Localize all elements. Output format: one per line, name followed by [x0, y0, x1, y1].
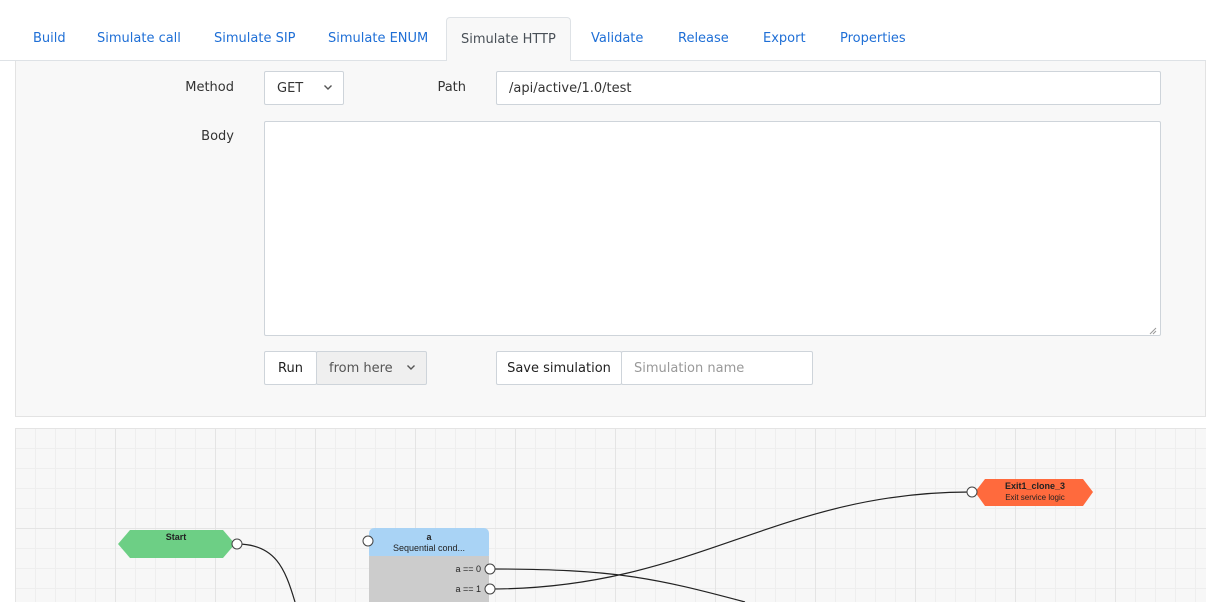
tab-bar: Build Simulate call Simulate SIP Simulat…: [0, 0, 1206, 62]
connector-a0: [489, 568, 746, 602]
tab-release[interactable]: Release: [678, 17, 729, 61]
tab-simulate-http[interactable]: Simulate HTTP: [446, 17, 571, 62]
start-node: Start: [118, 530, 243, 558]
condition-node-subtitle: Sequential cond...: [393, 543, 465, 553]
method-label: Method: [185, 80, 234, 95]
tab-simulate-sip[interactable]: Simulate SIP: [214, 17, 296, 61]
body-label: Body: [201, 129, 234, 144]
path-value: /api/active/1.0/test: [509, 80, 632, 96]
tab-simulate-call[interactable]: Simulate call: [97, 17, 181, 61]
simulation-name-placeholder: Simulation name: [634, 360, 745, 376]
tab-export[interactable]: Export: [763, 17, 806, 61]
run-mode-value: from here: [329, 360, 393, 376]
path-label: Path: [437, 80, 466, 95]
simulation-name-input[interactable]: Simulation name: [621, 351, 813, 385]
path-input[interactable]: /api/active/1.0/test: [496, 71, 1161, 105]
method-select[interactable]: GET: [264, 71, 344, 105]
exit-node-title: Exit1_clone_3: [1005, 481, 1065, 491]
connector-start: [236, 543, 296, 602]
simulation-panel: Method GET Path /api/active/1.0/test Bod…: [15, 61, 1206, 417]
tab-build[interactable]: Build: [33, 17, 66, 61]
chevron-down-icon: [323, 82, 333, 95]
tab-properties[interactable]: Properties: [840, 17, 906, 61]
tab-validate[interactable]: Validate: [591, 17, 643, 61]
chevron-down-icon: [406, 362, 416, 375]
method-value: GET: [277, 80, 304, 96]
start-node-title: Start: [166, 532, 187, 542]
flow-canvas[interactable]: Start a Sequential cond... a == 0 a == 1…: [15, 428, 1206, 602]
condition-node: a Sequential cond... a == 0 a == 1: [362, 528, 496, 602]
condition-output-1: a == 1: [455, 584, 481, 594]
save-simulation-button[interactable]: Save simulation: [496, 351, 622, 385]
resize-handle-icon[interactable]: [1149, 324, 1157, 335]
condition-output-0: a == 0: [455, 564, 481, 574]
run-button[interactable]: Run: [264, 351, 317, 385]
body-textarea[interactable]: [264, 121, 1161, 336]
connector-a1-to-exit: [489, 491, 971, 590]
exit-node-subtitle: Exit service logic: [1005, 493, 1065, 502]
tab-simulate-enum[interactable]: Simulate ENUM: [328, 17, 428, 61]
exit-node: Exit1_clone_3 Exit service logic: [966, 479, 1093, 506]
run-mode-select[interactable]: from here: [316, 351, 427, 385]
